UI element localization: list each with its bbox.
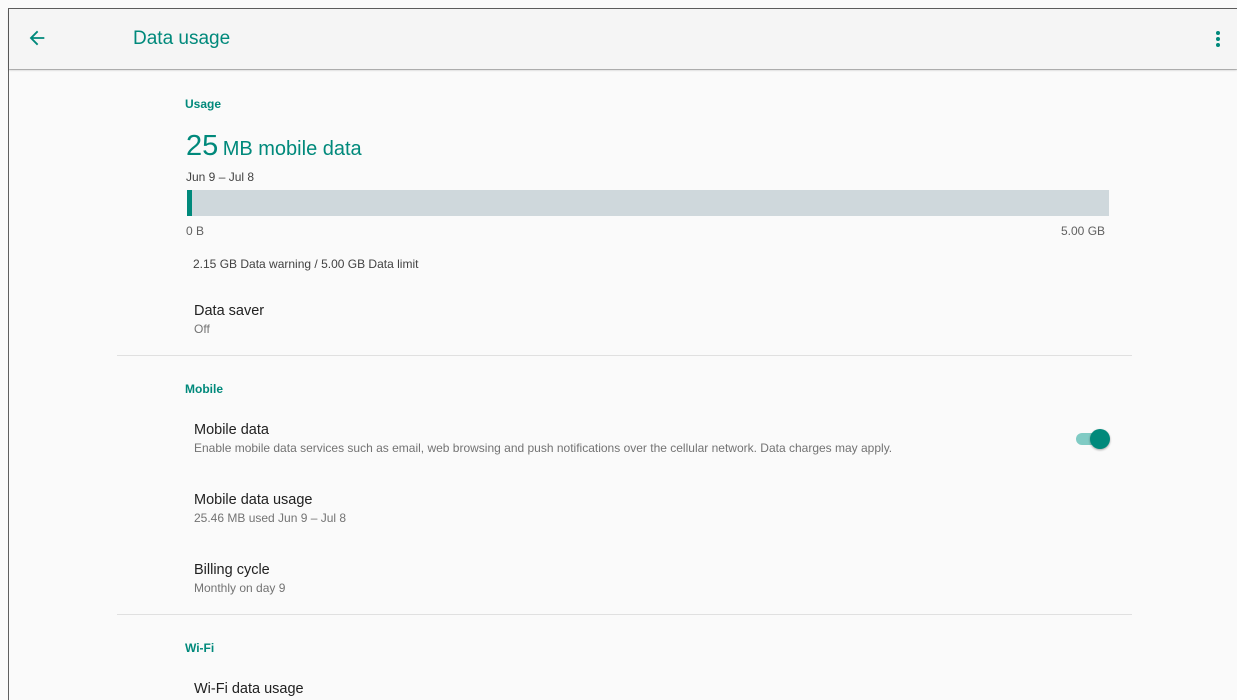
more-vert-icon[interactable] — [1211, 28, 1225, 50]
arrow-back-icon[interactable] — [26, 27, 48, 49]
usage-amount: 25 — [186, 130, 219, 162]
settings-content: Usage 25 MB mobile data Jun 9 – Jul 8 0 … — [9, 70, 1237, 700]
section-header-wifi: Wi-Fi — [185, 641, 215, 655]
toggle-thumb — [1090, 429, 1110, 449]
mobile-data-usage-item[interactable]: Mobile data usage 25.46 MB used Jun 9 – … — [194, 492, 346, 525]
mobile-data-description: Enable mobile data services such as emai… — [194, 441, 893, 455]
data-saver-item[interactable]: Data saver Off — [194, 303, 264, 336]
mobile-data-usage-title: Mobile data usage — [194, 492, 313, 508]
usage-bar-fill — [187, 190, 192, 216]
section-header-usage: Usage — [185, 97, 222, 111]
data-saver-status: Off — [194, 322, 210, 336]
mobile-data-item[interactable]: Mobile data Enable mobile data services … — [194, 422, 1054, 455]
billing-cycle-title: Billing cycle — [194, 562, 270, 578]
page-title: Data usage — [133, 28, 231, 49]
usage-period: Jun 9 – Jul 8 — [186, 170, 255, 184]
settings-window: Data usage Usage 25 MB mobile data Jun 9… — [8, 8, 1237, 700]
data-saver-title: Data saver — [194, 303, 265, 319]
usage-bar — [187, 190, 1109, 216]
section-header-mobile: Mobile — [185, 382, 223, 396]
mobile-data-usage-summary: 25.46 MB used Jun 9 – Jul 8 — [194, 511, 347, 525]
divider — [117, 614, 1132, 615]
billing-cycle-summary: Monthly on day 9 — [194, 581, 286, 595]
usage-summary: 25 MB mobile data — [186, 130, 362, 163]
wifi-data-usage-item[interactable]: Wi-Fi data usage — [194, 681, 304, 697]
app-bar: Data usage — [9, 9, 1237, 69]
billing-cycle-item[interactable]: Billing cycle Monthly on day 9 — [194, 562, 285, 595]
usage-unit: MB mobile data — [222, 138, 362, 160]
wifi-data-usage-title: Wi-Fi data usage — [194, 681, 304, 697]
divider — [117, 355, 1132, 356]
usage-bar-min-label: 0 B — [186, 224, 205, 238]
mobile-data-title: Mobile data — [194, 422, 269, 438]
data-limits-text: 2.15 GB Data warning / 5.00 GB Data limi… — [193, 257, 419, 271]
mobile-data-toggle[interactable] — [1074, 429, 1110, 449]
usage-bar-max-label: 5.00 GB — [1061, 224, 1106, 238]
